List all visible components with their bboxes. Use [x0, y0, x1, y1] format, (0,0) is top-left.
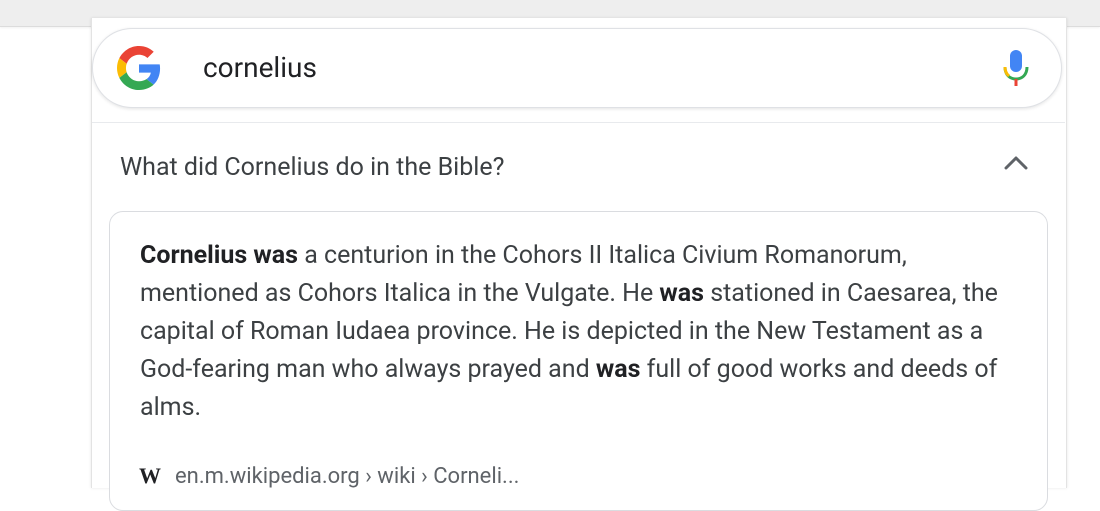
- answer-bold-segment: was: [595, 355, 641, 384]
- answer-text: Cornelius was a centurion in the Cohors …: [140, 237, 1030, 427]
- answer-bold-segment: Cornelius was: [140, 241, 299, 270]
- question-title[interactable]: What did Cornelius do in the Bible?: [120, 152, 504, 184]
- microphone-icon[interactable]: [1000, 48, 1032, 88]
- google-g-icon[interactable]: [117, 46, 161, 90]
- answer-bold-segment: was: [659, 279, 705, 308]
- wikipedia-icon: W: [139, 463, 161, 488]
- divider: [92, 122, 1065, 123]
- search-input[interactable]: cornelius: [203, 50, 317, 86]
- chevron-up-icon[interactable]: [1001, 152, 1031, 174]
